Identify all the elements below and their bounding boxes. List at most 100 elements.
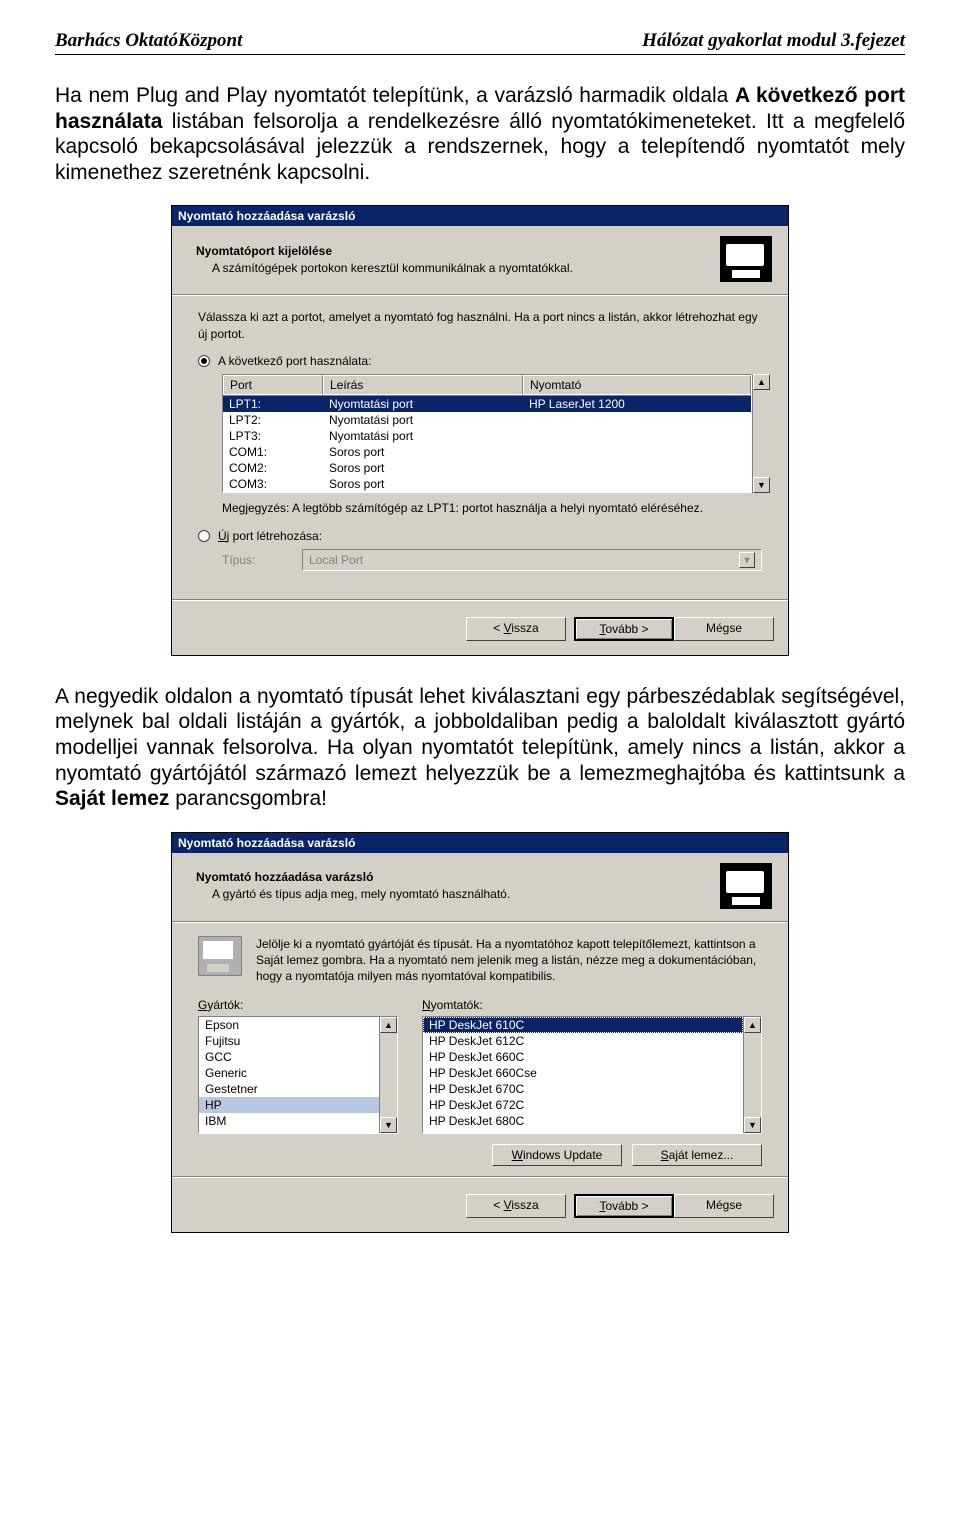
port-cell xyxy=(523,428,751,444)
scroll-up-icon[interactable]: ▲ xyxy=(753,374,770,390)
next-button[interactable]: Tovább > xyxy=(574,617,674,641)
dialog1-note: Megjegyzés: A legtöbb számítógép az LPT1… xyxy=(222,501,762,515)
list-item[interactable]: Fujitsu xyxy=(199,1033,379,1049)
list-item[interactable]: HP DeskJet 680C xyxy=(423,1113,743,1129)
printer-icon xyxy=(720,236,772,282)
port-row[interactable]: LPT2:Nyomtatási port xyxy=(223,412,751,428)
scroll-up-icon[interactable]: ▲ xyxy=(380,1017,397,1033)
port-cell: COM1: xyxy=(223,444,323,460)
port-row[interactable]: LPT1:Nyomtatási portHP LaserJet 1200 xyxy=(223,396,751,412)
scroll-down-icon[interactable]: ▼ xyxy=(380,1117,397,1133)
dialog1-head-sub: A számítógépek portokon keresztül kommun… xyxy=(196,261,710,275)
port-type-row: Típus: Local Port ▼ xyxy=(222,549,762,571)
port-type-combo: Local Port ▼ xyxy=(302,549,762,571)
port-cell: COM2: xyxy=(223,460,323,476)
radio-create-new-port[interactable]: Új port létrehozása: xyxy=(198,529,762,543)
next-button[interactable]: Tovább > xyxy=(574,1194,674,1218)
radio-icon xyxy=(198,355,210,367)
list-item[interactable]: Gestetner xyxy=(199,1081,379,1097)
type-value: Local Port xyxy=(309,553,363,567)
port-row[interactable]: COM1:Soros port xyxy=(223,444,751,460)
list-item[interactable]: HP DeskJet 672C xyxy=(423,1097,743,1113)
port-list-scrollbar[interactable]: ▲ ▼ xyxy=(752,374,770,493)
port-list[interactable]: Port Leírás Nyomtató LPT1:Nyomtatási por… xyxy=(222,374,770,493)
dialog1-head-title: Nyomtatóport kijelölése xyxy=(196,244,710,258)
cancel-button[interactable]: Mégse xyxy=(674,1194,774,1218)
dialog2-header: Nyomtató hozzáadása varázsló A gyártó és… xyxy=(172,853,788,922)
windows-update-button[interactable]: Windows Update xyxy=(492,1144,622,1166)
radio-new-label: Új port létrehozása: xyxy=(218,529,322,543)
add-printer-wizard-model-dialog: Nyomtató hozzáadása varázsló Nyomtató ho… xyxy=(171,832,789,1234)
list-item[interactable]: GCC xyxy=(199,1049,379,1065)
radio-icon xyxy=(198,530,210,542)
page-header: Barhács OktatóKözpont Hálózat gyakorlat … xyxy=(55,30,905,55)
makers-scrollbar[interactable]: ▲ ▼ xyxy=(379,1017,397,1133)
col-printer: Nyomtató xyxy=(523,375,751,395)
port-cell: Soros port xyxy=(323,460,523,476)
header-right: Hálózat gyakorlat modul 3.fejezet xyxy=(642,30,905,52)
list-item[interactable]: HP xyxy=(199,1097,379,1113)
radio-use-existing-port[interactable]: A következő port használata: xyxy=(198,354,762,368)
scroll-up-icon[interactable]: ▲ xyxy=(744,1017,761,1033)
scroll-down-icon[interactable]: ▼ xyxy=(753,477,770,493)
para1-pre: Ha nem Plug and Play nyomtatót telepítün… xyxy=(55,84,735,107)
makers-list[interactable]: EpsonFujitsuGCCGenericGestetnerHPIBM ▲ ▼ xyxy=(198,1016,398,1134)
type-label: Típus: xyxy=(222,553,302,567)
port-cell xyxy=(523,460,751,476)
cancel-button[interactable]: Mégse xyxy=(674,617,774,641)
printers-list[interactable]: HP DeskJet 610CHP DeskJet 612CHP DeskJet… xyxy=(422,1016,762,1134)
para2-bold: Saját lemez xyxy=(55,787,169,810)
dialog2-head-title: Nyomtató hozzáadása varázsló xyxy=(196,870,710,884)
paragraph-2: A negyedik oldalon a nyomtató típusát le… xyxy=(55,684,905,812)
printer-icon xyxy=(720,863,772,909)
back-button[interactable]: < Vissza xyxy=(466,617,566,641)
port-cell: LPT2: xyxy=(223,412,323,428)
port-cell: Nyomtatási port xyxy=(323,428,523,444)
port-cell: Soros port xyxy=(323,444,523,460)
para1-post: listában felsorolja a rendelkezésre álló… xyxy=(55,110,905,184)
para2-post: parancsgombra! xyxy=(169,787,327,810)
port-cell: HP LaserJet 1200 xyxy=(523,396,751,412)
port-cell: Nyomtatási port xyxy=(323,396,523,412)
port-cell: LPT1: xyxy=(223,396,323,412)
port-row[interactable]: COM3:Soros port xyxy=(223,476,751,492)
list-item[interactable]: HP DeskJet 660C xyxy=(423,1049,743,1065)
port-row[interactable]: LPT3:Nyomtatási port xyxy=(223,428,751,444)
port-list-header: Port Leírás Nyomtató xyxy=(223,375,751,396)
list-item[interactable]: Epson xyxy=(199,1017,379,1033)
list-item[interactable]: IBM xyxy=(199,1113,379,1129)
list-item[interactable]: Generic xyxy=(199,1065,379,1081)
list-item[interactable]: HP DeskJet 660Cse xyxy=(423,1065,743,1081)
port-cell xyxy=(523,444,751,460)
printers-label: Nyomtatók: xyxy=(422,998,762,1012)
port-cell xyxy=(523,412,751,428)
printer-small-icon xyxy=(198,936,242,976)
scroll-down-icon[interactable]: ▼ xyxy=(744,1117,761,1133)
dialog2-button-row: < Vissza Tovább > Mégse xyxy=(172,1184,788,1232)
list-item[interactable]: HP DeskJet 670C xyxy=(423,1081,743,1097)
port-cell: LPT3: xyxy=(223,428,323,444)
back-button[interactable]: < Vissza xyxy=(466,1194,566,1218)
dialog2-aux-buttons: Windows Update Saját lemez... xyxy=(172,1136,788,1170)
dialog2-head-sub: A gyártó és típus adja meg, mely nyomtat… xyxy=(196,887,710,901)
header-left: Barhács OktatóKözpont xyxy=(55,30,242,52)
dialog1-header: Nyomtatóport kijelölése A számítógépek p… xyxy=(172,226,788,295)
printers-scrollbar[interactable]: ▲ ▼ xyxy=(743,1017,761,1133)
dialog2-message: Jelölje ki a nyomtató gyártóját és típus… xyxy=(172,922,788,993)
dialog1-instruction: Válassza ki azt a portot, amelyet a nyom… xyxy=(198,309,762,341)
dialog1-button-row: < Vissza Tovább > Mégse xyxy=(172,607,788,655)
port-cell: Nyomtatási port xyxy=(323,412,523,428)
port-row[interactable]: COM2:Soros port xyxy=(223,460,751,476)
port-cell xyxy=(523,476,751,492)
own-disk-button[interactable]: Saját lemez... xyxy=(632,1144,762,1166)
port-cell: Soros port xyxy=(323,476,523,492)
list-item[interactable]: HP DeskJet 610C xyxy=(423,1017,743,1033)
port-cell: COM3: xyxy=(223,476,323,492)
paragraph-1: Ha nem Plug and Play nyomtatót telepítün… xyxy=(55,83,905,185)
chevron-down-icon: ▼ xyxy=(739,552,755,568)
separator xyxy=(172,599,788,601)
dialog1-titlebar: Nyomtató hozzáadása varázsló xyxy=(172,206,788,226)
add-printer-wizard-port-dialog: Nyomtató hozzáadása varázsló Nyomtatópor… xyxy=(171,205,789,655)
dialog2-titlebar: Nyomtató hozzáadása varázsló xyxy=(172,833,788,853)
list-item[interactable]: HP DeskJet 612C xyxy=(423,1033,743,1049)
